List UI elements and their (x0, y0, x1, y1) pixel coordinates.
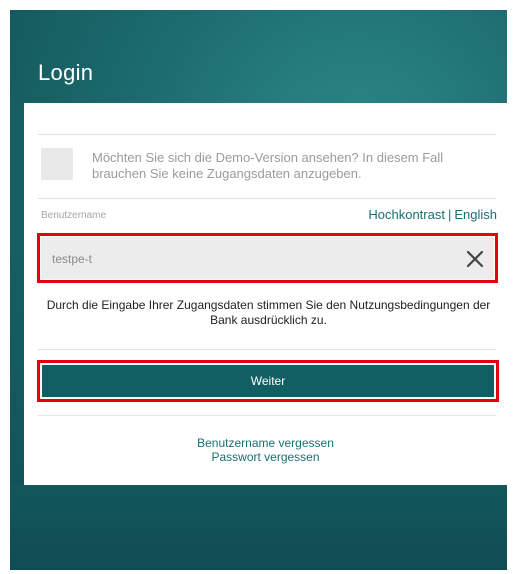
divider-consent (38, 349, 496, 350)
page-title: Login (38, 60, 94, 85)
divider-top (38, 134, 496, 135)
demo-description: Möchten Sie sich die Demo-Version ansehe… (92, 150, 444, 181)
consent-text: Durch die Eingabe Ihrer Zugangsdaten sti… (46, 298, 491, 327)
divider-demo (38, 198, 496, 199)
divider-bottom (38, 415, 496, 416)
high-contrast-link[interactable]: Hochkontrast (368, 207, 445, 222)
username-highlight-frame (37, 233, 498, 283)
page: Login Möchten Sie sich die Demo-Version … (0, 0, 513, 574)
background-footer (10, 485, 507, 570)
username-label: Benutzername (41, 210, 107, 221)
link-separator: | (447, 207, 452, 222)
english-link[interactable]: English (454, 207, 497, 222)
demo-checkbox[interactable] (41, 148, 73, 180)
forgot-username-link[interactable]: Benutzername vergessen (24, 436, 507, 450)
accessibility-links: Hochkontrast | English (368, 207, 497, 222)
forgot-password-link[interactable]: Passwort vergessen (24, 450, 507, 464)
continue-highlight-frame (37, 360, 499, 402)
